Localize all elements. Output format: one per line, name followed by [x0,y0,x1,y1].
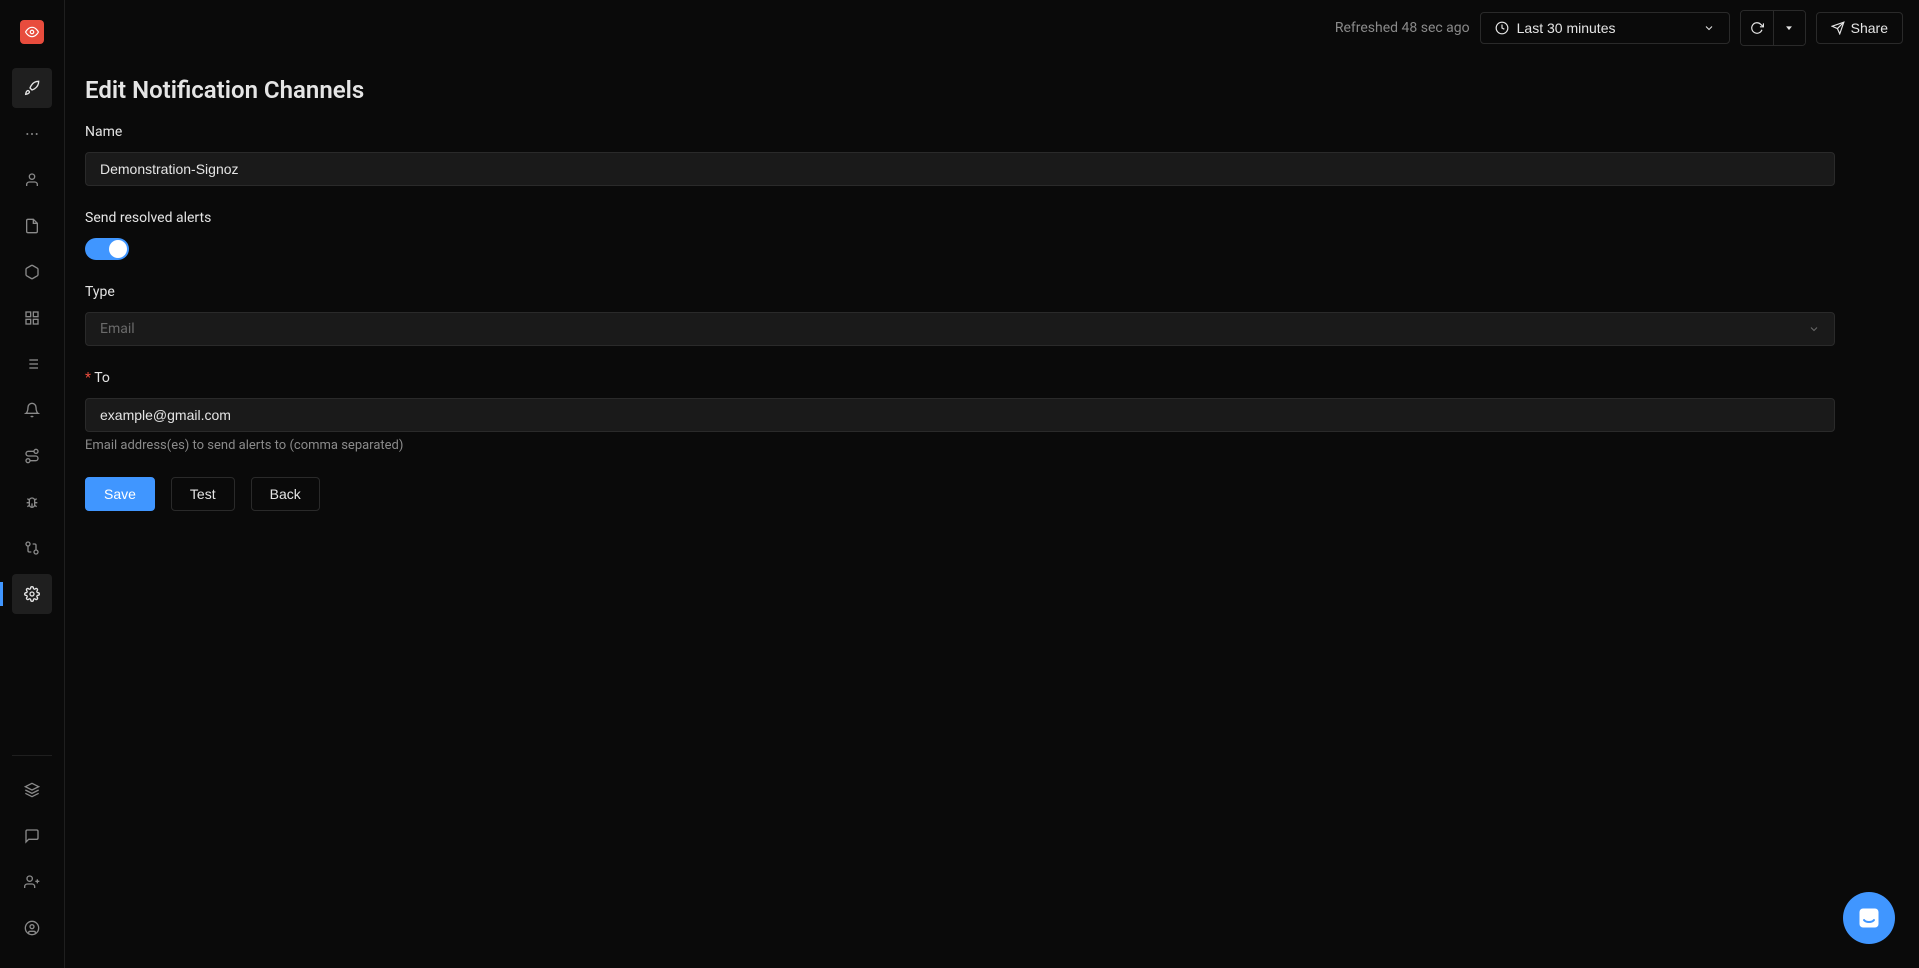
gear-icon [24,586,40,602]
sidebar-item-getting-started[interactable] [12,68,52,108]
grid-icon [24,310,40,326]
time-range-dropdown[interactable]: Last 30 minutes [1480,12,1730,44]
sidebar-item-settings[interactable] [12,574,52,614]
sidebar-item-traces[interactable] [12,344,52,384]
sidebar-item-invite[interactable] [12,862,52,902]
bug-icon [24,494,40,510]
cube-icon [24,264,40,280]
layers-icon [24,782,40,798]
name-field-label: Name [85,124,1835,140]
refresh-button-group [1740,10,1806,46]
share-label: Share [1851,20,1888,36]
refreshed-text: Refreshed 48 sec ago [1335,20,1470,36]
profile-icon [24,920,40,936]
share-button[interactable]: Share [1816,12,1903,44]
sidebar-item-user[interactable] [12,160,52,200]
chevron-down-icon [1808,323,1820,335]
route-icon [24,448,40,464]
resolved-alerts-label: Send resolved alerts [85,210,1835,226]
clock-icon [1495,21,1509,35]
sidebar-item-support[interactable] [12,816,52,856]
sidebar-divider [12,755,52,756]
chat-widget[interactable] [1843,892,1895,944]
sidebar-item-dashboards[interactable] [12,298,52,338]
refresh-icon [1750,21,1764,35]
list-icon [24,356,40,372]
logo[interactable] [20,20,44,44]
page-title: Edit Notification Channels [85,76,1835,104]
sidebar-item-layers[interactable] [12,770,52,810]
type-select-value: Email [100,321,135,337]
to-field-label: To [85,370,1835,386]
refresh-dropdown-button[interactable] [1773,11,1805,45]
sidebar-item-profile[interactable] [12,908,52,948]
chat-icon [24,828,40,844]
workflow-icon [24,540,40,556]
type-select[interactable]: Email [85,312,1835,346]
to-input[interactable] [85,398,1835,432]
save-button[interactable]: Save [85,477,155,511]
bell-icon [24,402,40,418]
name-input[interactable] [85,152,1835,186]
sidebar-item-alerts[interactable] [12,390,52,430]
sidebar-item-logs[interactable] [12,206,52,246]
send-icon [1831,21,1845,35]
user-icon [24,172,40,188]
type-field-label: Type [85,284,1835,300]
time-range-label: Last 30 minutes [1517,20,1616,36]
to-help-text: Email address(es) to send alerts to (com… [85,438,1835,453]
resolved-alerts-toggle[interactable] [85,238,129,260]
top-bar: Refreshed 48 sec ago Last 30 minutes Sha… [65,0,1919,56]
invite-icon [24,874,40,890]
sidebar-item-more[interactable] [12,114,52,154]
caret-down-icon [1784,23,1794,33]
sidebar [0,0,65,968]
rocket-icon [24,80,40,96]
refresh-button[interactable] [1741,11,1773,45]
intercom-icon [1857,906,1881,930]
chevron-down-icon [1703,22,1715,34]
sidebar-item-workflow[interactable] [12,528,52,568]
sidebar-item-exceptions[interactable] [12,436,52,476]
sidebar-item-services[interactable] [12,252,52,292]
ellipsis-icon [24,126,40,142]
document-icon [24,218,40,234]
test-button[interactable]: Test [171,477,235,511]
back-button[interactable]: Back [251,477,320,511]
sidebar-item-bugs[interactable] [12,482,52,522]
